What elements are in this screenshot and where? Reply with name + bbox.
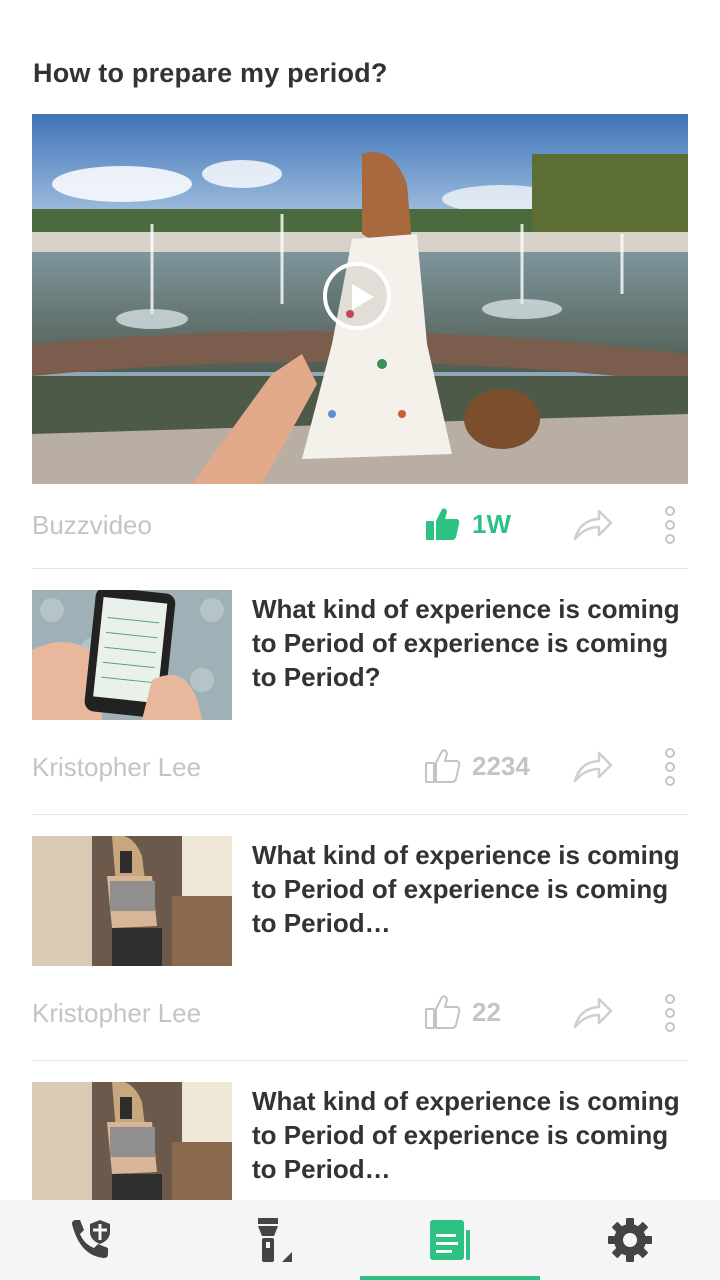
tab-flashlight[interactable]: [180, 1200, 360, 1280]
article-title[interactable]: What kind of experience is coming to Per…: [252, 1084, 688, 1186]
article-meta-row: Kristopher Lee 22: [32, 992, 688, 1032]
author-name: Kristopher Lee: [32, 998, 202, 1028]
like-button[interactable]: 2234: [424, 746, 530, 786]
share-icon[interactable]: [572, 506, 614, 542]
flashlight-icon: [258, 1218, 292, 1262]
thumbs-up-filled-icon: [426, 508, 460, 540]
play-button[interactable]: [323, 262, 391, 330]
gear-icon: [608, 1218, 652, 1262]
featured-meta-row: Buzzvideo 1W: [32, 504, 688, 544]
divider: [32, 1060, 688, 1061]
like-count: 1W: [472, 508, 511, 539]
like-count: 2234: [472, 750, 530, 781]
selfie-room-image: [32, 836, 232, 966]
tab-call-protect[interactable]: [0, 1200, 180, 1280]
article-title[interactable]: What kind of experience is coming to Per…: [252, 838, 688, 940]
tab-news[interactable]: [360, 1200, 540, 1280]
like-button[interactable]: 22: [424, 992, 501, 1032]
share-icon[interactable]: [572, 748, 614, 784]
more-options-icon[interactable]: [660, 506, 680, 544]
tab-settings[interactable]: [540, 1200, 720, 1280]
article-meta-row: Kristopher Lee 2234: [32, 746, 688, 786]
more-options-icon[interactable]: [660, 994, 680, 1032]
article-thumbnail[interactable]: [32, 590, 232, 720]
more-options-icon[interactable]: [660, 748, 680, 786]
phone-hands-image: [32, 590, 232, 720]
author-name: Kristopher Lee: [32, 752, 202, 782]
thumbs-up-icon: [425, 749, 461, 783]
divider: [32, 568, 688, 569]
news-icon: [430, 1220, 470, 1260]
divider: [32, 814, 688, 815]
like-count: 22: [472, 996, 501, 1027]
article-thumbnail[interactable]: [32, 836, 232, 966]
author-name: Buzzvideo: [32, 510, 152, 540]
selfie-room-image: [32, 1082, 232, 1212]
active-tab-indicator: [360, 1276, 540, 1280]
like-button[interactable]: 1W: [424, 504, 511, 544]
share-icon[interactable]: [572, 994, 614, 1030]
thumbs-up-icon: [425, 995, 461, 1029]
featured-video-thumbnail[interactable]: [32, 114, 688, 484]
article-thumbnail[interactable]: [32, 1082, 232, 1212]
bottom-tab-bar: [0, 1200, 720, 1280]
article-title[interactable]: What kind of experience is coming to Per…: [252, 592, 688, 694]
phone-shield-icon: [72, 1220, 110, 1258]
feed-title: How to prepare my period?: [33, 58, 388, 88]
